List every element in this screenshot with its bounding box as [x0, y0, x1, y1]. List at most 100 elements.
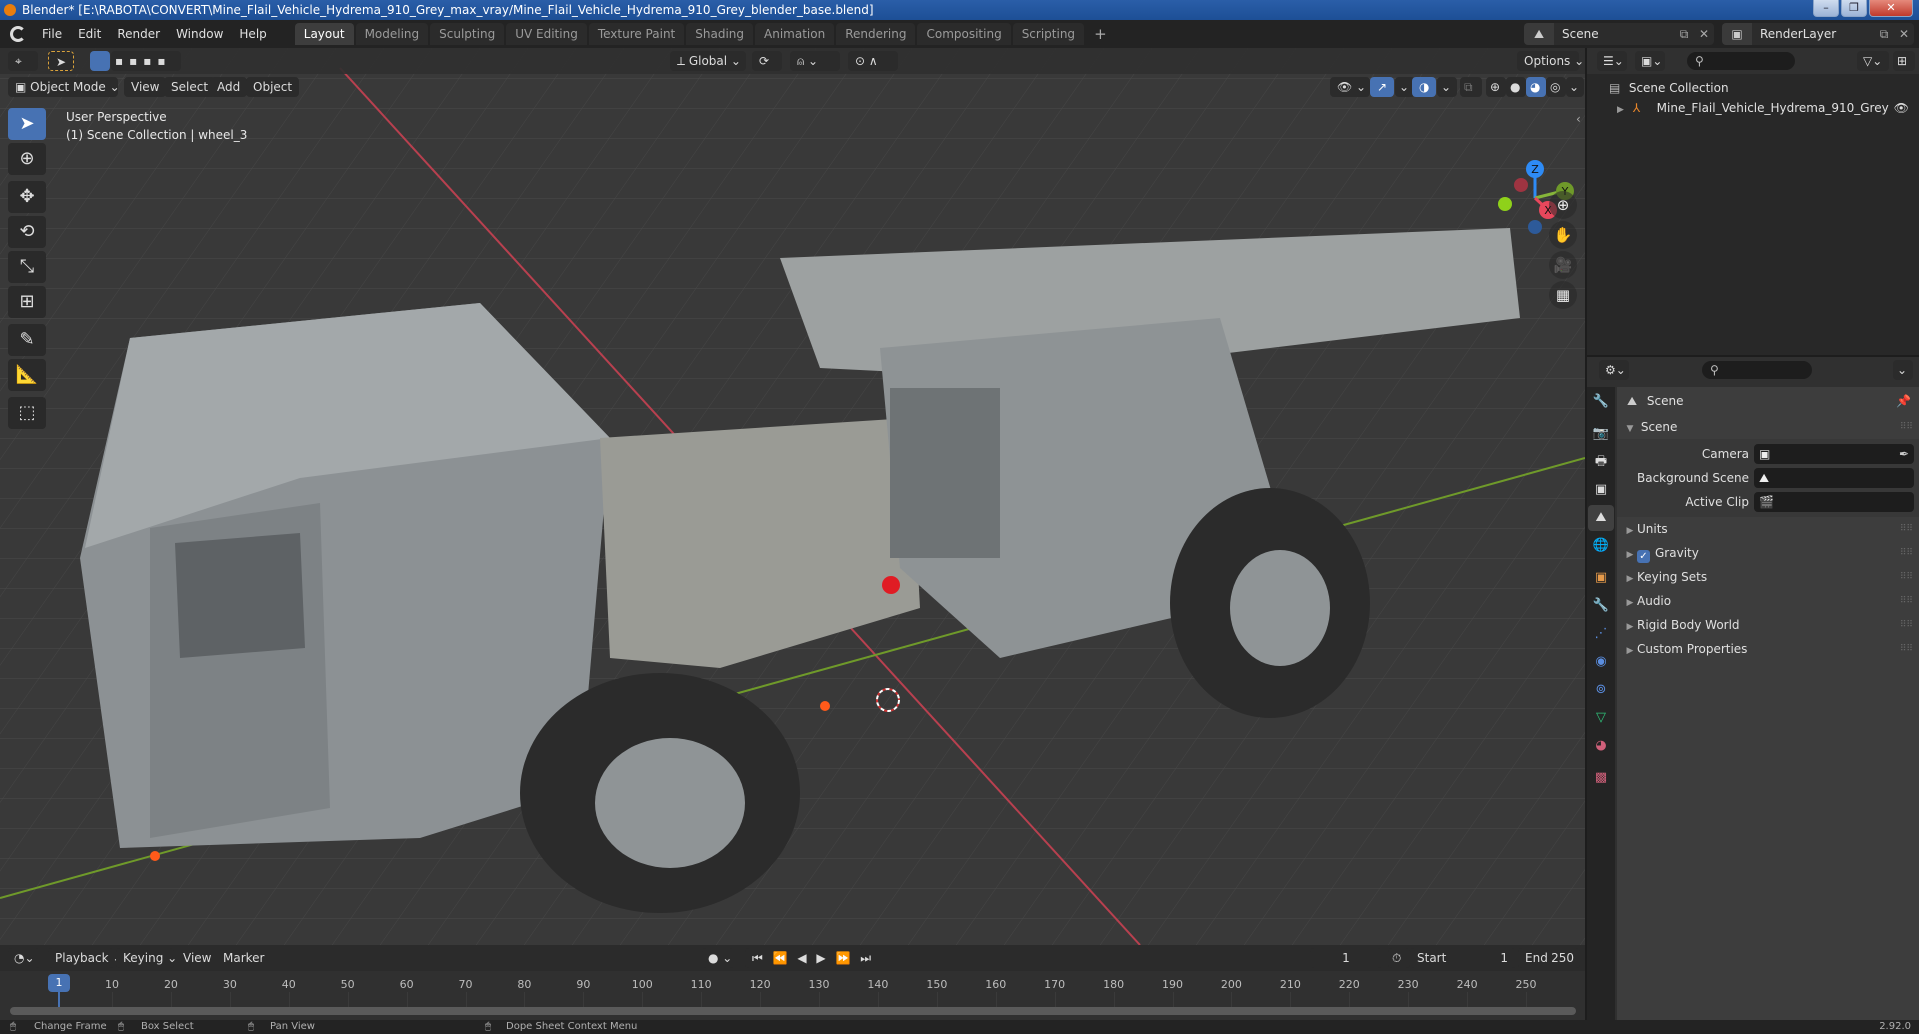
menu-file[interactable]: File — [34, 20, 70, 48]
drag-handle-icon[interactable]: ⠿⠿ — [1900, 541, 1913, 565]
texture-tab-icon[interactable]: ▩ — [1588, 765, 1614, 791]
panel-audio[interactable]: ▶ Audio ⠿⠿ — [1617, 589, 1919, 613]
filter-icon[interactable]: ▽⌄ — [1857, 51, 1889, 71]
workspace-tab-animation[interactable]: Animation — [755, 23, 835, 45]
select-tool-icon[interactable]: ➤ — [48, 51, 74, 71]
gizmo-toggle-icon[interactable]: ↗ — [1370, 77, 1394, 97]
playback-controls[interactable]: ⏮ ⏪ ◀ ▶ ⏩ ⏭ — [745, 948, 871, 968]
pin-icon[interactable]: 📌 — [1896, 387, 1911, 415]
gravity-checkbox[interactable]: ✓ — [1637, 550, 1650, 563]
viewport-menu-select[interactable]: Select — [164, 77, 216, 97]
marker-menu[interactable]: Marker — [216, 948, 271, 968]
pivot-point-icon[interactable]: ⟳ — [752, 51, 782, 71]
outliner-search-input[interactable]: ⚲ — [1687, 52, 1795, 70]
solid-shading-icon[interactable]: ● — [1506, 77, 1526, 97]
display-mode-icon[interactable]: ▣⌄ — [1635, 51, 1665, 71]
camera-view-icon[interactable]: 🎥 — [1549, 251, 1577, 279]
data-tab-icon[interactable]: ▽ — [1588, 705, 1614, 731]
workspace-tab-shading[interactable]: Shading — [686, 23, 753, 45]
particles-tab-icon[interactable]: ⋰ — [1588, 621, 1614, 647]
properties-editor-type-icon[interactable]: ⚙⌄ — [1599, 360, 1629, 380]
workspace-tab-compositing[interactable]: Compositing — [917, 23, 1011, 45]
blender-logo-icon[interactable] — [10, 26, 26, 42]
select-box-tool-icon[interactable]: ➤ — [8, 108, 46, 140]
close-button[interactable]: ✕ — [1869, 0, 1913, 17]
scene-name[interactable]: Scene — [1554, 27, 1674, 41]
viewport-menu-object[interactable]: Object — [246, 77, 300, 97]
wireframe-shading-icon[interactable]: ⊕ — [1486, 77, 1506, 97]
workspace-tab-scripting[interactable]: Scripting — [1012, 23, 1085, 45]
cursor-tool-icon[interactable]: ⊕ — [8, 143, 46, 175]
keying-menu[interactable]: Keying ⌄ — [116, 948, 177, 968]
eyedropper-icon[interactable]: ✒ — [1899, 442, 1909, 466]
scene-tab-icon[interactable]: ⛰ — [1588, 505, 1614, 531]
drag-handle-icon[interactable]: ⠿⠿ — [1900, 613, 1913, 637]
drag-handle-icon[interactable]: ⠿⠿ — [1900, 517, 1913, 541]
panel-keying-sets[interactable]: ▶ Keying Sets ⠿⠿ — [1617, 565, 1919, 589]
start-frame-field[interactable]: Start 1 — [1410, 948, 1516, 968]
panel-header-scene[interactable]: ▼ Scene ⠿⠿ — [1617, 415, 1919, 439]
sidebar-toggle-arrow-icon[interactable]: ‹ — [1576, 112, 1581, 126]
transform-orientation-dropdown[interactable]: ⟂ Global ⌄ — [670, 51, 746, 71]
drag-handle-icon[interactable]: ⠿⠿ — [1900, 589, 1913, 613]
constraints-tab-icon[interactable]: ⊚ — [1588, 677, 1614, 703]
background-scene-field[interactable]: ⛰ — [1754, 468, 1914, 488]
panel-custom-properties[interactable]: ▶ Custom Properties ⠿⠿ — [1617, 637, 1919, 661]
view-layer-name[interactable]: RenderLayer — [1752, 27, 1874, 41]
view-layer-selector[interactable]: ▣ RenderLayer ⧉ ✕ — [1722, 23, 1914, 45]
select-mode-new-icon[interactable] — [90, 51, 110, 71]
drag-handle-icon[interactable]: ⠿⠿ — [1900, 637, 1913, 661]
timeline-scrollbar[interactable] — [10, 1007, 1576, 1015]
xray-toggle-icon[interactable]: ⧉ — [1460, 77, 1482, 97]
viewport-menu-view[interactable]: View — [124, 77, 167, 97]
object-mode-dropdown[interactable]: ▣ Object Mode ⌄ — [8, 77, 120, 97]
camera-field[interactable]: ▣ ✒ — [1754, 444, 1914, 464]
add-cube-tool-icon[interactable]: ⬚ — [8, 397, 46, 429]
properties-options-dropdown[interactable]: ⌄ — [1893, 360, 1913, 380]
transform-tool-icon[interactable]: ⊞ — [8, 286, 46, 318]
workspace-tab-uv-editing[interactable]: UV Editing — [506, 23, 587, 45]
workspace-tab-rendering[interactable]: Rendering — [836, 23, 916, 45]
scene-selector[interactable]: ⛰ Scene ⧉ ✕ — [1524, 23, 1714, 45]
rendered-shading-icon[interactable]: ◎ — [1546, 77, 1566, 97]
playback-menu[interactable]: Playback ⌄ — [48, 948, 122, 968]
outliner-editor-type-icon[interactable]: ☰⌄ — [1597, 51, 1627, 71]
drag-handle-icon[interactable]: ⠿⠿ — [1900, 565, 1913, 589]
options-dropdown[interactable]: Options ⌄ — [1517, 51, 1584, 71]
outliner-scene-collection[interactable]: ▤ Scene Collection — [1587, 78, 1919, 98]
pan-view-hand-icon[interactable]: ✋ — [1549, 221, 1577, 249]
delete-scene-icon[interactable]: ✕ — [1694, 27, 1714, 41]
maximize-button[interactable]: ❐ — [1841, 0, 1867, 17]
properties-search-input[interactable]: ⚲ — [1702, 361, 1812, 379]
delete-view-layer-icon[interactable]: ✕ — [1894, 27, 1914, 41]
new-scene-icon[interactable]: ⧉ — [1674, 27, 1694, 42]
new-collection-icon[interactable]: ⊞ — [1893, 51, 1915, 71]
object-tab-icon[interactable]: ▣ — [1588, 565, 1614, 591]
scale-tool-icon[interactable]: ⤡ — [8, 251, 46, 283]
workspace-tab-sculpting[interactable]: Sculpting — [430, 23, 505, 45]
annotate-tool-icon[interactable]: ✎ — [8, 324, 46, 356]
3d-viewport[interactable]: Z Y X — [0, 48, 1585, 945]
current-frame-field[interactable]: 1 — [1310, 948, 1382, 968]
auto-keying-icon[interactable]: ● ⌄ — [702, 948, 734, 968]
menu-edit[interactable]: Edit — [70, 20, 109, 48]
measure-tool-icon[interactable]: 📐 — [8, 359, 46, 391]
add-workspace-button[interactable]: + — [1086, 20, 1115, 48]
proportional-editing-icon[interactable]: ⊙ ∧ — [848, 51, 898, 71]
editor-type-3d-viewport-icon[interactable]: ⌖ — [8, 51, 38, 71]
modifier-tab-icon[interactable]: 🔧 — [1588, 593, 1614, 619]
panel-units[interactable]: ▶ Units ⠿⠿ — [1617, 517, 1919, 541]
workspace-tab-texture-paint[interactable]: Texture Paint — [588, 23, 685, 45]
timeline-editor-type-icon[interactable]: ◔⌄ — [8, 948, 40, 968]
material-preview-shading-icon[interactable]: ◕ — [1526, 77, 1546, 97]
zoom-view-icon[interactable]: ⊕ — [1549, 191, 1577, 219]
viewport-menu-add[interactable]: Add — [210, 77, 248, 97]
tool-tab-icon[interactable]: 🔧 — [1588, 389, 1614, 415]
drag-handle-icon[interactable]: ⠿⠿ — [1900, 415, 1913, 439]
snap-toggle-icon[interactable]: ⍝ ⌄ — [790, 51, 840, 71]
select-mode-options-icons[interactable]: ▪▪▪▪ — [111, 51, 181, 71]
menu-render[interactable]: Render — [109, 20, 168, 48]
timeline-view-menu[interactable]: View — [176, 948, 218, 968]
output-tab-icon[interactable]: 🖶 — [1588, 449, 1614, 475]
panel-rigid-body-world[interactable]: ▶ Rigid Body World ⠿⠿ — [1617, 613, 1919, 637]
